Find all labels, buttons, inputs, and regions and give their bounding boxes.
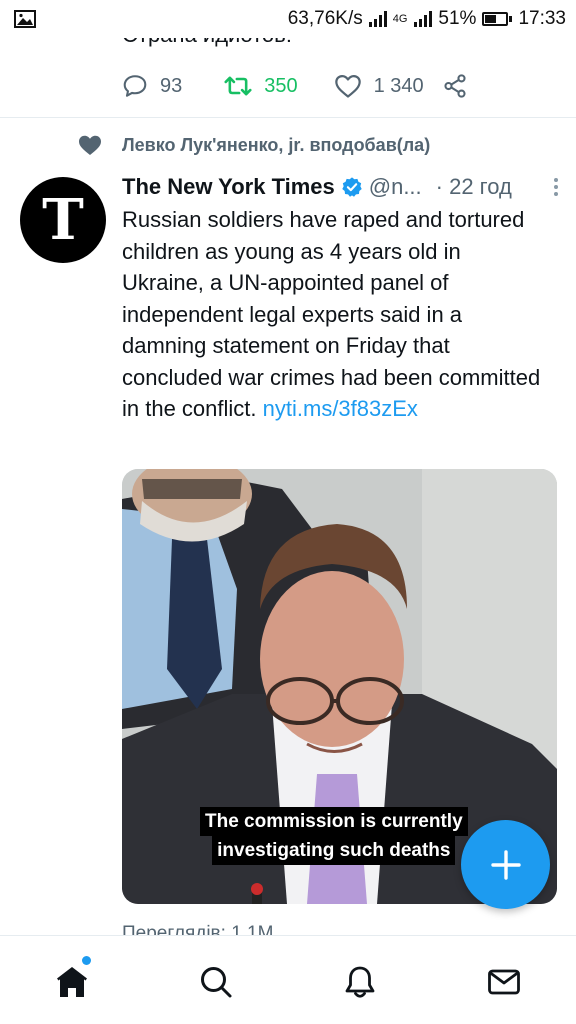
tweet-text: Russian soldiers have raped and tortured…	[122, 204, 542, 425]
battery-icon	[482, 12, 513, 26]
tweet-time: · 22 год	[435, 174, 512, 199]
gallery-notification	[14, 10, 36, 28]
tweet-link[interactable]: nyti.ms/​3f83zEx	[263, 396, 418, 421]
view-count: Переглядів: 1,1M	[122, 923, 274, 935]
video-caption: The commission is currently investigatin…	[200, 807, 468, 865]
tweet-body: Russian soldiers have raped and tortured…	[122, 207, 541, 421]
previous-tweet-actions: 93 350 1 340	[122, 68, 502, 104]
search-icon	[201, 967, 232, 998]
verified-badge-icon	[341, 176, 363, 198]
share-icon	[444, 74, 466, 98]
caption-line-1: The commission is currently	[200, 807, 468, 836]
reply-button[interactable]: 93	[122, 73, 182, 99]
more-options-icon[interactable]	[552, 176, 560, 198]
status-bar: 63,76K/s 4G 51% 17:33	[0, 0, 576, 38]
battery-percent: 51%	[438, 8, 477, 29]
image-icon	[14, 10, 36, 28]
retweet-icon	[224, 76, 252, 96]
nav-home[interactable]	[52, 962, 92, 1002]
retweet-button[interactable]: 350	[224, 73, 298, 99]
caption-line-2: investigating such deaths	[212, 836, 456, 865]
reply-icon	[123, 75, 147, 97]
like-button[interactable]: 1 340	[334, 73, 424, 99]
share-button[interactable]	[442, 73, 468, 99]
nav-messages[interactable]	[484, 962, 524, 1002]
bottom-navigation	[0, 935, 576, 1024]
author-handle[interactable]: @n...	[369, 174, 422, 200]
like-count: 1 340	[373, 74, 424, 97]
author-name[interactable]: The New York Times	[122, 174, 335, 200]
retweet-count: 350	[264, 74, 298, 97]
liked-by-line[interactable]: Левко Лук'яненко, jr. вподобав(ла)	[78, 134, 430, 156]
compose-tweet-button[interactable]	[461, 820, 550, 909]
net-speed: 63,76K/s	[287, 8, 363, 29]
reply-count: 93	[160, 74, 183, 97]
avatar[interactable]: T	[20, 177, 106, 263]
heart-icon	[79, 135, 101, 155]
liked-by-text: Левко Лук'яненко, jr. вподобав(ла)	[122, 134, 431, 155]
avatar-logo: T	[42, 187, 84, 253]
tweet-header: The New York Times @n... · 22 год	[122, 172, 560, 202]
messages-icon	[488, 969, 520, 995]
heart-outline-icon	[334, 74, 361, 98]
nav-notifications[interactable]	[340, 962, 380, 1002]
home-icon	[57, 967, 87, 997]
home-notification-dot	[82, 956, 91, 965]
clock: 17:33	[518, 8, 566, 29]
network-type: 4G	[392, 13, 408, 25]
signal-icon-2	[414, 11, 433, 27]
plus-icon	[490, 849, 521, 880]
notifications-icon	[345, 966, 375, 998]
tweet-divider	[0, 117, 576, 118]
nav-search[interactable]	[196, 962, 236, 1002]
signal-icon	[368, 11, 387, 27]
